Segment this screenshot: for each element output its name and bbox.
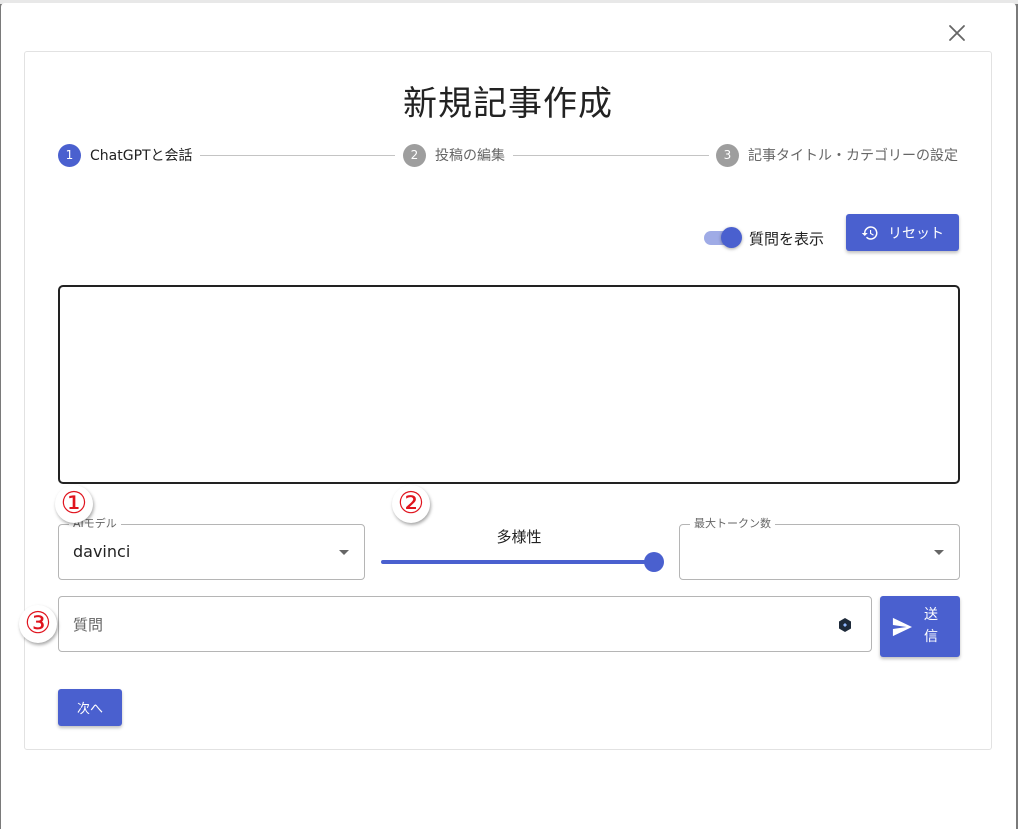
model-select[interactable]: AIモデル davinci (58, 517, 365, 580)
question-input[interactable]: 質問 (58, 596, 872, 652)
chat-conversation-area[interactable] (58, 285, 960, 484)
annotation-marker-2: ② (392, 485, 430, 523)
diversity-label: 多様性 (496, 528, 542, 546)
send-label: 送信 (924, 607, 938, 645)
toggle-thumb (721, 227, 742, 248)
show-questions-label: 質問を表示 (749, 230, 825, 248)
chevron-down-icon (339, 550, 349, 555)
step-chat[interactable]: 1 ChatGPTと会話 (58, 143, 193, 167)
next-button[interactable]: 次へ (58, 689, 122, 726)
send-icon (892, 617, 912, 637)
step-label: ChatGPTと会話 (90, 148, 193, 164)
annotation-marker-1: ① (55, 485, 93, 523)
close-icon (949, 25, 965, 41)
step-number: 3 (716, 143, 739, 167)
reset-label: リセット (888, 225, 944, 242)
new-article-dialog: 新規記事作成 1 ChatGPTと会話 2 投稿の編集 3 記事タイトル・カテゴ… (1, 3, 1016, 829)
extension-icon (839, 618, 851, 632)
step-number: 2 (403, 143, 426, 167)
question-placeholder: 質問 (73, 616, 104, 634)
reset-button[interactable]: リセット (846, 214, 959, 251)
step-connector (200, 155, 395, 156)
step-label: 投稿の編集 (435, 148, 505, 164)
annotation-marker-3: ③ (19, 605, 57, 643)
page-title: 新規記事作成 (403, 84, 613, 124)
max-tokens-select[interactable]: 最大トークン数 (679, 517, 960, 580)
show-questions-toggle[interactable] (704, 226, 742, 250)
step-edit-post[interactable]: 2 投稿の編集 (403, 143, 505, 167)
diversity-slider-track[interactable] (381, 560, 657, 564)
max-tokens-label: 最大トークン数 (690, 517, 775, 531)
restore-icon (861, 225, 878, 240)
step-connector (513, 155, 709, 156)
step-title-category[interactable]: 3 記事タイトル・カテゴリーの設定 (716, 143, 958, 167)
send-button[interactable]: 送信 (880, 596, 960, 657)
diversity-slider-thumb[interactable] (644, 552, 664, 572)
dialog-card: 新規記事作成 1 ChatGPTと会話 2 投稿の編集 3 記事タイトル・カテゴ… (24, 51, 992, 750)
model-select-value: davinci (73, 542, 131, 561)
close-button[interactable] (945, 21, 969, 45)
step-label: 記事タイトル・カテゴリーの設定 (748, 148, 958, 164)
chevron-down-icon (934, 550, 944, 555)
step-number: 1 (58, 143, 81, 167)
